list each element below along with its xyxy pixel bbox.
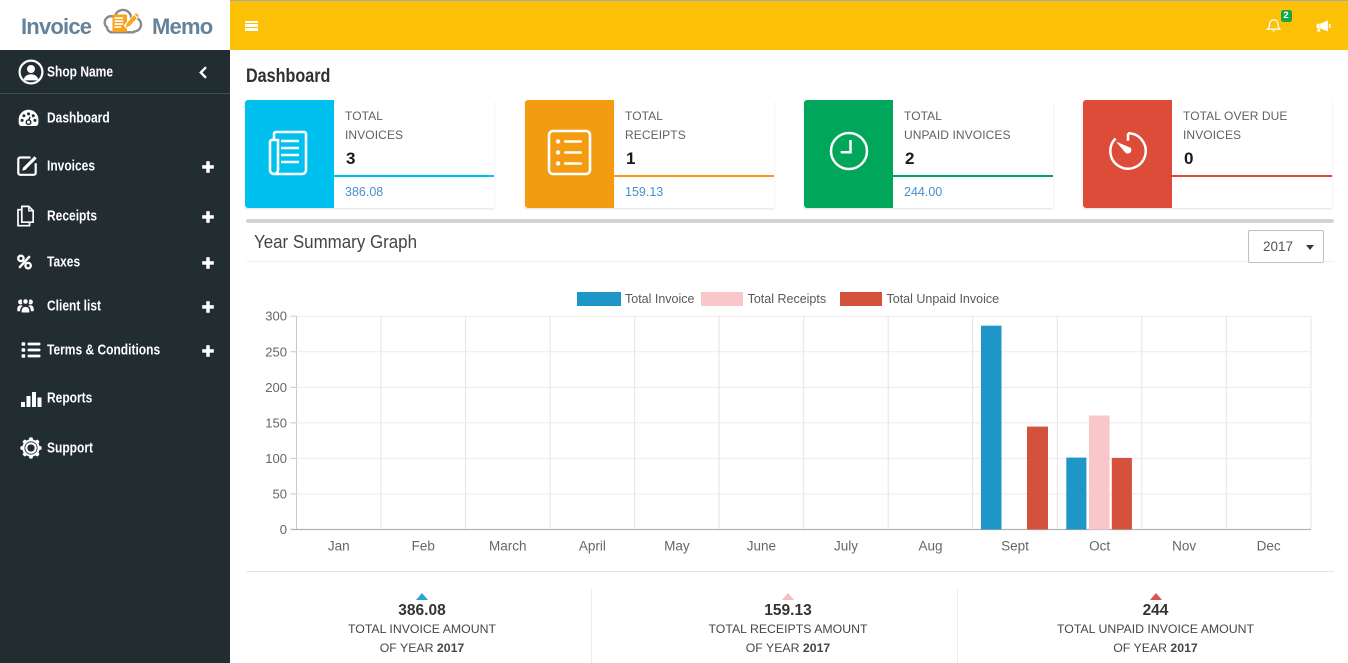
svg-text:200: 200 [265,380,287,395]
svg-text:May: May [664,539,690,554]
svg-text:50: 50 [273,487,287,502]
svg-text:Oct: Oct [1089,539,1110,554]
svg-text:Feb: Feb [412,539,435,554]
svg-text:July: July [834,539,858,554]
svg-text:100: 100 [265,451,287,466]
svg-text:Jan: Jan [328,539,350,554]
svg-text:March: March [489,539,527,554]
svg-text:Sept: Sept [1001,539,1029,554]
svg-text:250: 250 [265,344,287,359]
svg-text:Nov: Nov [1172,539,1196,554]
svg-text:Aug: Aug [918,539,942,554]
svg-text:Dec: Dec [1257,539,1281,554]
svg-text:0: 0 [280,522,287,537]
svg-text:150: 150 [265,415,287,430]
svg-text:April: April [579,539,606,554]
svg-text:300: 300 [265,309,287,324]
svg-text:June: June [747,539,776,554]
